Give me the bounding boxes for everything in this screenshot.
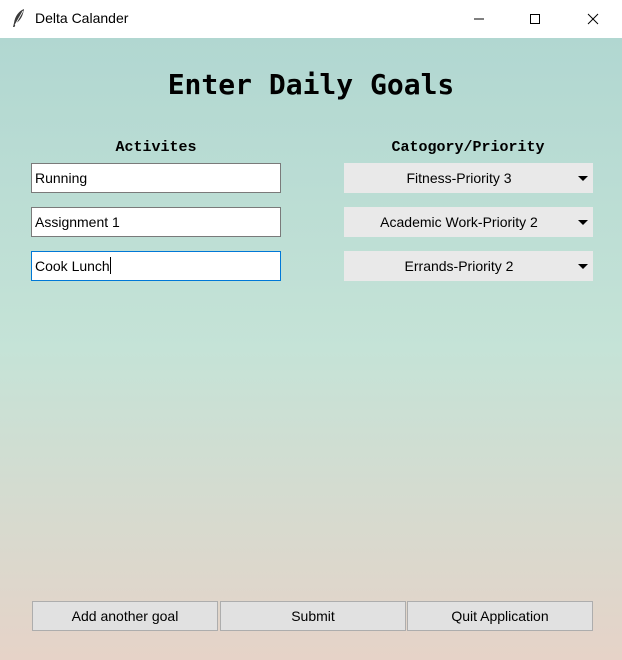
main-panel: Enter Daily Goals Activites Catogory/Pri…	[0, 38, 622, 660]
page-title: Enter Daily Goals	[167, 68, 455, 101]
activity-input-2[interactable]: Assignment 1	[31, 207, 281, 237]
feather-icon	[11, 8, 27, 28]
maximize-icon	[530, 14, 540, 24]
category-dropdown-1[interactable]: Fitness-Priority 3	[344, 163, 593, 193]
activity-input-3[interactable]: Cook Lunch	[31, 251, 281, 281]
window-title: Delta Calander	[35, 10, 129, 26]
add-goal-button[interactable]: Add another goal	[32, 601, 218, 631]
minimize-button[interactable]	[456, 0, 502, 38]
category-dropdown-value: Errands-Priority 2	[404, 258, 514, 274]
quit-button[interactable]: Quit Application	[407, 601, 593, 631]
title-bar: Delta Calander	[0, 0, 622, 38]
app-window: Delta Calander Enter Daily Goals Activit…	[0, 0, 622, 660]
dropdown-arrow-icon	[578, 176, 588, 181]
dropdown-arrow-icon	[578, 220, 588, 225]
activity-input-1[interactable]: Running	[31, 163, 281, 193]
category-dropdown-value: Academic Work-Priority 2	[380, 214, 538, 230]
activities-header: Activites	[115, 139, 197, 156]
dropdown-arrow-icon	[578, 264, 588, 269]
text-caret	[109, 257, 111, 274]
submit-button[interactable]: Submit	[220, 601, 406, 631]
category-dropdown-value: Fitness-Priority 3	[406, 170, 512, 186]
close-icon	[587, 13, 599, 25]
category-header: Catogory/Priority	[391, 139, 545, 156]
category-dropdown-2[interactable]: Academic Work-Priority 2	[344, 207, 593, 237]
minimize-icon	[474, 18, 484, 20]
activity-input-value: Cook Lunch	[35, 258, 110, 274]
close-button[interactable]	[570, 0, 616, 38]
maximize-button[interactable]	[512, 0, 558, 38]
category-dropdown-3[interactable]: Errands-Priority 2	[344, 251, 593, 281]
